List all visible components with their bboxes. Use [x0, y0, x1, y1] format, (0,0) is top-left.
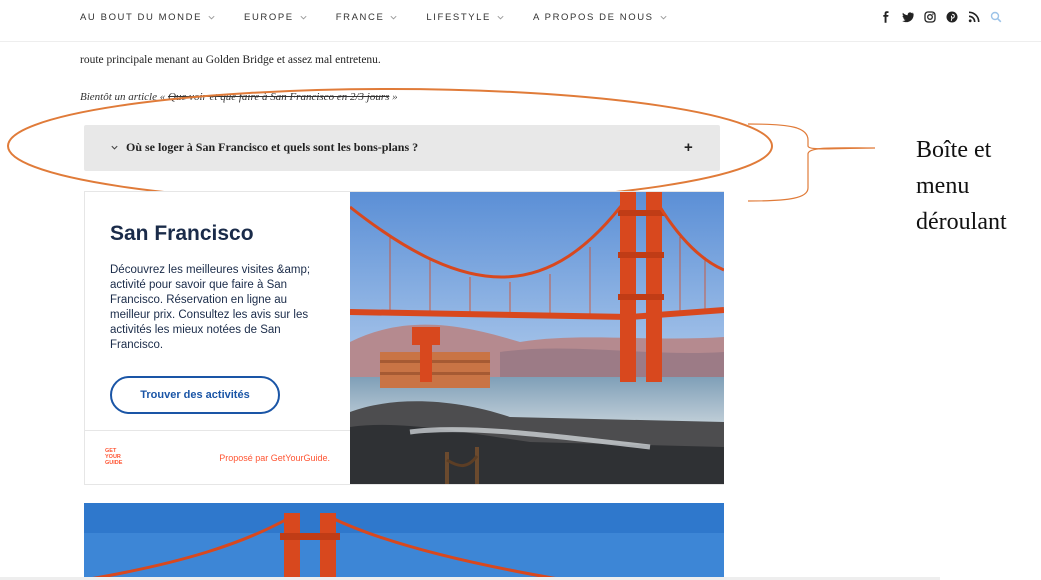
social-links [880, 11, 1002, 23]
nav-item-label: EUROPE [244, 12, 294, 23]
nav-item-label: LIFESTYLE [426, 12, 491, 23]
widget-title: San Francisco [110, 222, 254, 245]
accordion-lodging[interactable]: Où se loger à San Francisco et quels son… [84, 125, 720, 171]
teaser-link[interactable]: Que voir et que faire à San Francisco en… [168, 91, 389, 103]
annotation-brace [747, 123, 876, 202]
nav-item-france[interactable]: FRANCE [336, 12, 399, 23]
getyourguide-widget: San Francisco Découvrez les meilleures v… [84, 191, 724, 485]
plus-icon[interactable]: + [684, 139, 693, 156]
nav-item-lifestyle[interactable]: LIFESTYLE [426, 12, 505, 23]
chevron-down-icon [390, 15, 397, 20]
article-paragraph: route principale menant au Golden Bridge… [80, 54, 381, 66]
nav-item-label: A PROPOS DE NOUS [532, 12, 654, 23]
instagram-icon[interactable] [924, 11, 936, 23]
widget-info-panel: San Francisco Découvrez les meilleures v… [85, 192, 350, 484]
nav-item-label: FRANCE [335, 12, 385, 23]
powered-by-link[interactable]: Proposé par GetYourGuide. [215, 453, 330, 463]
nav-item-label: AU BOUT DU MONDE [80, 12, 203, 23]
teaser-prefix: Bientôt un article « [80, 91, 168, 103]
golden-gate-photo[interactable] [350, 192, 724, 484]
chevron-down-icon [208, 15, 215, 20]
twitter-icon[interactable] [902, 11, 914, 23]
nav-item-au-bout-du-monde[interactable]: AU BOUT DU MONDE [80, 12, 216, 23]
chevron-down-icon [660, 15, 667, 20]
pinterest-icon[interactable] [946, 11, 958, 23]
accordion-title: Où se loger à San Francisco et quels son… [126, 140, 419, 154]
find-activities-button[interactable]: Trouver des activités [110, 376, 280, 414]
rss-icon[interactable] [968, 11, 980, 23]
widget-description: Découvrez les meilleures visites &amp; a… [110, 264, 311, 351]
annotation-label: Boîte et menu déroulant [916, 137, 1007, 235]
search-icon[interactable] [990, 11, 1002, 23]
nav-menu: AU BOUT DU MONDE EUROPE FRANCE LIFESTYLE… [80, 12, 668, 23]
chevron-down-icon [111, 145, 118, 150]
chevron-down-icon [497, 15, 504, 20]
golden-gate-photo-2[interactable] [84, 503, 724, 580]
facebook-icon[interactable] [880, 11, 892, 23]
teaser-suffix: » [389, 91, 398, 103]
getyourguide-logo[interactable]: GET YOUR GUIDE [105, 448, 127, 466]
top-navigation: AU BOUT DU MONDE EUROPE FRANCE LIFESTYLE… [0, 0, 1041, 42]
chevron-down-icon [300, 15, 307, 20]
widget-divider [85, 430, 350, 431]
nav-item-a-propos[interactable]: A PROPOS DE NOUS [533, 12, 668, 23]
nav-item-europe[interactable]: EUROPE [244, 12, 308, 23]
article-teaser: Bientôt un article « Que voir et que fai… [80, 91, 740, 103]
